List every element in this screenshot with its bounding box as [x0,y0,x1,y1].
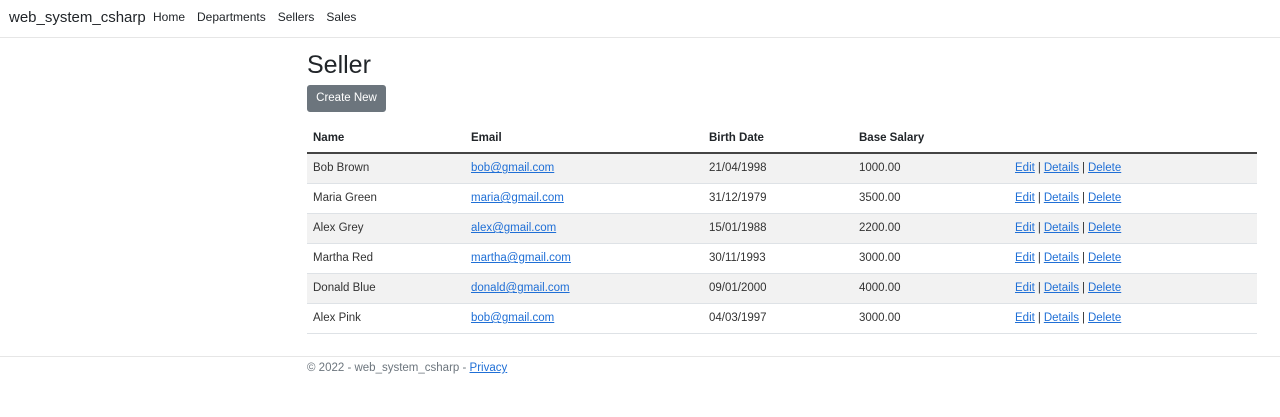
cell-name: Bob Brown [307,153,465,184]
action-separator: | [1081,252,1085,264]
cell-birth-date: 31/12/1979 [703,183,853,214]
delete-link[interactable]: Delete [1088,252,1121,264]
nav-sellers-link[interactable]: Sellers [278,10,315,24]
details-link[interactable]: Details [1044,312,1079,324]
edit-link[interactable]: Edit [1015,222,1035,234]
cell-email: martha@gmail.com [465,243,703,274]
delete-link[interactable]: Delete [1088,312,1121,324]
header-birth-date: Birth Date [703,123,853,154]
action-separator: | [1037,192,1041,204]
action-separator: | [1037,282,1041,294]
action-separator: | [1037,252,1041,264]
brand-link[interactable]: web_system_csharp [9,9,146,26]
cell-base-salary: 1000.00 [853,153,1009,184]
cell-birth-date: 21/04/1998 [703,153,853,184]
table-row: Maria Green maria@gmail.com 31/12/1979 3… [307,183,1257,214]
footer: © 2022 - web_system_csharp - Privacy [0,356,1280,417]
details-link[interactable]: Details [1044,162,1079,174]
table-row: Alex Grey alex@gmail.com 15/01/1988 2200… [307,213,1257,244]
details-link[interactable]: Details [1044,282,1079,294]
action-separator: | [1037,222,1041,234]
sellers-table: Name Email Birth Date Base Salary Bob Br… [307,123,1257,334]
privacy-link[interactable]: Privacy [470,362,508,374]
table-row: Martha Red martha@gmail.com 30/11/1993 3… [307,243,1257,274]
cell-actions: Edit | Details | Delete [1009,273,1257,304]
edit-link[interactable]: Edit [1015,282,1035,294]
action-separator: | [1081,282,1085,294]
header-name: Name [307,123,465,154]
delete-link[interactable]: Delete [1088,222,1121,234]
cell-base-salary: 3500.00 [853,183,1009,214]
cell-actions: Edit | Details | Delete [1009,153,1257,184]
action-separator: | [1037,312,1041,324]
cell-actions: Edit | Details | Delete [1009,243,1257,274]
cell-email: alex@gmail.com [465,213,703,244]
nav-sales-link[interactable]: Sales [326,10,356,24]
delete-link[interactable]: Delete [1088,162,1121,174]
cell-base-salary: 4000.00 [853,273,1009,304]
header-email: Email [465,123,703,154]
header-base-salary: Base Salary [853,123,1009,154]
footer-text: © 2022 - web_system_csharp - Privacy [307,362,507,374]
nav-departments-link[interactable]: Departments [197,10,266,24]
nav-home-link[interactable]: Home [153,10,185,24]
cell-birth-date: 04/03/1997 [703,303,853,334]
cell-email: donald@gmail.com [465,273,703,304]
cell-birth-date: 15/01/1988 [703,213,853,244]
action-separator: | [1081,222,1085,234]
edit-link[interactable]: Edit [1015,162,1035,174]
table-row: Alex Pink bob@gmail.com 04/03/1997 3000.… [307,303,1257,334]
cell-birth-date: 30/11/1993 [703,243,853,274]
details-link[interactable]: Details [1044,252,1079,264]
cell-actions: Edit | Details | Delete [1009,303,1257,334]
cell-name: Maria Green [307,183,465,214]
details-link[interactable]: Details [1044,222,1079,234]
delete-link[interactable]: Delete [1088,282,1121,294]
edit-link[interactable]: Edit [1015,312,1035,324]
cell-base-salary: 3000.00 [853,243,1009,274]
cell-name: Alex Pink [307,303,465,334]
email-link[interactable]: alex@gmail.com [471,222,556,234]
cell-name: Donald Blue [307,273,465,304]
delete-link[interactable]: Delete [1088,192,1121,204]
table-body: Bob Brown bob@gmail.com 21/04/1998 1000.… [307,153,1257,334]
cell-base-salary: 2200.00 [853,213,1009,244]
email-link[interactable]: bob@gmail.com [471,162,554,174]
cell-actions: Edit | Details | Delete [1009,183,1257,214]
nav-links: Home Departments Sellers Sales [153,10,356,24]
edit-link[interactable]: Edit [1015,252,1035,264]
cell-name: Martha Red [307,243,465,274]
header-actions [1009,123,1257,154]
action-separator: | [1081,312,1085,324]
cell-birth-date: 09/01/2000 [703,273,853,304]
cell-email: maria@gmail.com [465,183,703,214]
email-link[interactable]: martha@gmail.com [471,252,571,264]
edit-link[interactable]: Edit [1015,192,1035,204]
table-header: Name Email Birth Date Base Salary [307,123,1257,154]
cell-email: bob@gmail.com [465,153,703,184]
details-link[interactable]: Details [1044,192,1079,204]
action-separator: | [1037,162,1041,175]
page-title: Seller [307,51,371,79]
action-separator: | [1081,192,1085,204]
navbar: web_system_csharp Home Departments Selle… [0,0,1280,38]
cell-base-salary: 3000.00 [853,303,1009,334]
copyright-text: © 2022 - web_system_csharp - [307,362,470,374]
table-row: Donald Blue donald@gmail.com 09/01/2000 … [307,273,1257,304]
action-separator: | [1081,162,1085,175]
email-link[interactable]: maria@gmail.com [471,192,564,204]
table-header-row: Name Email Birth Date Base Salary [307,123,1257,154]
email-link[interactable]: bob@gmail.com [471,312,554,324]
email-link[interactable]: donald@gmail.com [471,282,570,294]
cell-actions: Edit | Details | Delete [1009,213,1257,244]
cell-email: bob@gmail.com [465,303,703,334]
create-new-button[interactable]: Create New [307,85,386,112]
table-row: Bob Brown bob@gmail.com 21/04/1998 1000.… [307,153,1257,184]
cell-name: Alex Grey [307,213,465,244]
